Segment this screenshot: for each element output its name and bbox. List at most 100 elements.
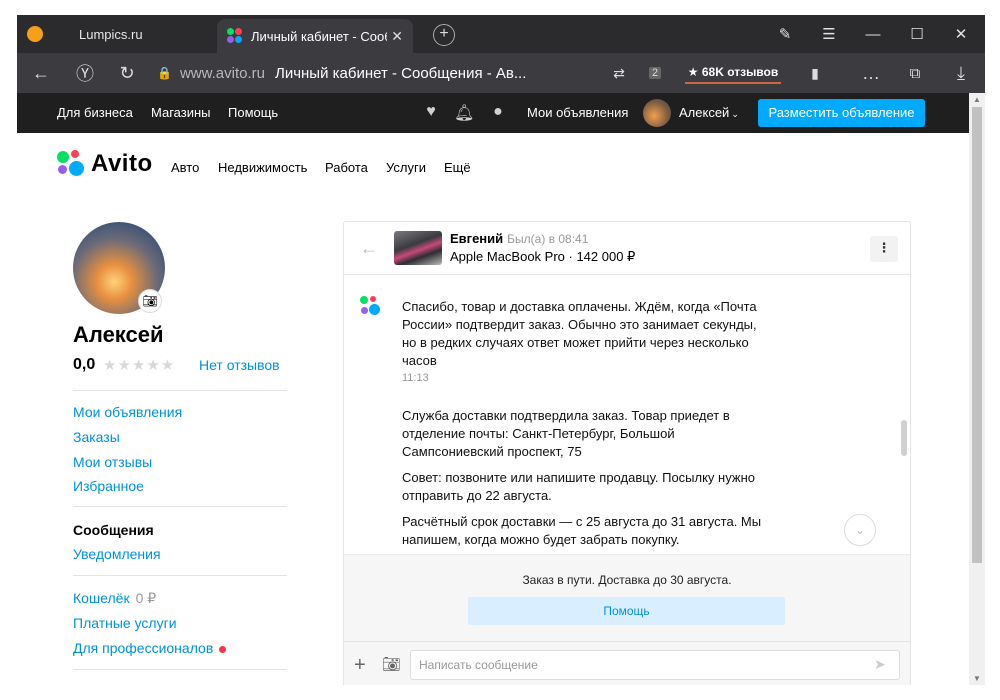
- divider: [73, 506, 287, 507]
- minimize-icon[interactable]: —: [851, 15, 895, 53]
- sidebar-item-my-ads[interactable]: Мои объявления: [73, 404, 182, 420]
- help-link[interactable]: Помощь: [228, 105, 278, 120]
- tab-bar: Lumpics.ru Личный кабинет - Сооб ✕ + ✎ ☰…: [17, 15, 985, 53]
- divider: [73, 390, 287, 391]
- close-tab-icon[interactable]: ✕: [391, 28, 403, 45]
- post-ad-button[interactable]: Разместить объявление: [758, 99, 925, 127]
- extension-badge: 2: [648, 67, 662, 79]
- yandex-icon[interactable]: Ⓨ: [67, 53, 103, 93]
- logo-text: Avito: [91, 150, 153, 177]
- tab-title: Lumpics.ru: [79, 26, 143, 42]
- more-icon[interactable]: …: [853, 53, 889, 93]
- avito-logo-icon: [57, 150, 85, 178]
- wallet-amount: 0 ₽: [135, 590, 157, 606]
- lock-icon: 🔒: [157, 66, 172, 80]
- scroll-down-arrow-icon[interactable]: ▼: [973, 674, 981, 683]
- chat-header: ← Евгений Был(а) в 08:41 Apple MacBook Pr…: [344, 222, 910, 275]
- camera-icon[interactable]: 📷︎: [138, 289, 162, 313]
- nav-auto[interactable]: Авто: [171, 160, 199, 175]
- chat-icon[interactable]: ●: [488, 103, 508, 123]
- download-icon[interactable]: ⤓: [943, 53, 979, 93]
- reviews-chip[interactable]: ★ 68K отзывов: [685, 62, 781, 84]
- tab-lumpics[interactable]: Lumpics.ru: [17, 15, 217, 53]
- sidebar-item-paid-services[interactable]: Платные услуги: [73, 615, 177, 631]
- sidebar-item-favorites[interactable]: Избранное: [73, 478, 144, 494]
- chat-message: Совет: позвоните или напишите продавцу. …: [402, 470, 755, 503]
- no-reviews-link[interactable]: Нет отзывов: [199, 357, 280, 373]
- seller-line: Евгений Был(а) в 08:41: [450, 231, 588, 246]
- scroll-down-icon[interactable]: ⌄: [844, 514, 876, 546]
- sidebar-item-my-reviews[interactable]: Мои отзывы: [73, 454, 152, 470]
- nav-more[interactable]: Ещё: [444, 160, 471, 175]
- avito-logo[interactable]: Avito: [57, 150, 153, 178]
- divider: [73, 575, 287, 576]
- address-bar: ← Ⓨ ↻ 🔒 www.avito.ru Личный кабинет - Со…: [17, 53, 985, 93]
- maximize-icon[interactable]: ☐: [895, 15, 939, 53]
- add-icon[interactable]: +: [354, 654, 366, 677]
- profile-name: Алексей: [73, 322, 164, 347]
- chevron-down-icon: ⌄: [731, 109, 739, 119]
- translate-icon[interactable]: ⇄: [601, 53, 637, 93]
- for-business-link[interactable]: Для бизнеса: [57, 105, 133, 120]
- site-nav: Avito Авто Недвижимость Работа Услуги Ещ…: [17, 133, 969, 193]
- heart-icon[interactable]: ♥: [421, 103, 441, 123]
- avito-favicon-icon: [227, 28, 243, 44]
- for-pros-label: Для профессионалов: [73, 640, 214, 656]
- seller-status: Был(а) в 08:41: [507, 232, 589, 246]
- chat-scrollbar[interactable]: [901, 420, 907, 456]
- product-title[interactable]: Apple MacBook Pro · 142 000 ₽: [450, 249, 635, 265]
- bell-icon[interactable]: 🔔︎: [454, 103, 474, 123]
- nav-jobs[interactable]: Работа: [325, 160, 368, 175]
- menu-icon[interactable]: ☰: [807, 15, 851, 53]
- chat-message: Расчётный срок доставки — с 25 августа д…: [402, 514, 762, 547]
- browser-extension-icon[interactable]: ✎: [763, 15, 807, 53]
- message-time: 11:13: [402, 372, 429, 384]
- my-ads-link[interactable]: Мои объявления: [527, 105, 628, 120]
- order-status: Заказ в пути. Доставка до 30 августа.: [522, 573, 732, 587]
- extensions-icon[interactable]: ⧉: [897, 53, 933, 93]
- back-icon[interactable]: ←: [23, 53, 59, 93]
- sidebar-item-orders[interactable]: Заказы: [73, 429, 120, 445]
- page-viewport: Для бизнеса Магазины Помощь ♥ 🔔︎ ● Мои о…: [17, 93, 985, 685]
- back-arrow-icon[interactable]: ←: [360, 238, 378, 259]
- page-scrollbar[interactable]: ▲ ▼: [969, 93, 985, 685]
- nav-services[interactable]: Услуги: [386, 160, 426, 175]
- user-name: Алексей: [679, 105, 730, 120]
- help-button[interactable]: Помощь: [468, 597, 785, 625]
- user-menu[interactable]: Алексей ⌄: [679, 105, 739, 120]
- reload-icon[interactable]: ↻: [109, 53, 145, 93]
- bookmark-icon[interactable]: ▮: [797, 53, 833, 93]
- sidebar-item-notifications[interactable]: Уведомления: [73, 546, 161, 562]
- tab-title: Личный кабинет - Сооб: [251, 28, 388, 44]
- chat-message: Спасибо, товар и доставка оплачены. Ждём…: [402, 299, 757, 368]
- scroll-up-arrow-icon[interactable]: ▲: [973, 95, 981, 104]
- sidebar-item-messages[interactable]: Сообщения: [73, 522, 154, 538]
- avatar[interactable]: [643, 99, 671, 127]
- product-thumbnail[interactable]: [394, 231, 442, 265]
- url-page-title: Личный кабинет - Сообщения - Ав...: [274, 64, 527, 82]
- chat-message: Служба доставки подтвердила заказ. Товар…: [402, 408, 730, 459]
- nav-realty[interactable]: Недвижимость: [218, 160, 307, 175]
- scrollbar-thumb[interactable]: [972, 107, 982, 563]
- tab-avito[interactable]: Личный кабинет - Сооб ✕: [217, 19, 413, 53]
- browser-window: Lumpics.ru Личный кабинет - Сооб ✕ + ✎ ☰…: [17, 15, 985, 685]
- close-window-icon[interactable]: ✕: [939, 15, 983, 53]
- camera-icon[interactable]: 📷︎: [382, 655, 401, 673]
- url-host: www.avito.ru: [179, 64, 265, 82]
- avito-topbar: Для бизнеса Магазины Помощь ♥ 🔔︎ ● Мои о…: [17, 93, 969, 133]
- wallet-label: Кошелёк: [73, 590, 130, 606]
- chat-footer: Заказ в пути. Доставка до 30 августа. По…: [344, 554, 910, 685]
- extension-badge-icon[interactable]: 2: [637, 53, 673, 93]
- new-tab-button[interactable]: +: [433, 24, 455, 46]
- rating-stars-icon: ★★★★★: [103, 357, 176, 374]
- sidebar-item-wallet[interactable]: Кошелёк 0 ₽: [73, 590, 156, 607]
- seller-name[interactable]: Евгений: [450, 231, 503, 246]
- rating-value: 0,0: [73, 356, 96, 373]
- shops-link[interactable]: Магазины: [151, 105, 211, 120]
- send-icon[interactable]: ➤: [874, 656, 886, 673]
- sidebar-item-for-pros[interactable]: Для профессионалов: [73, 640, 227, 656]
- lumpics-favicon-icon: [27, 26, 43, 42]
- message-input[interactable]: [410, 650, 900, 680]
- avito-bot-avatar-icon: [360, 296, 382, 318]
- more-options-icon[interactable]: ⋮: [870, 236, 898, 262]
